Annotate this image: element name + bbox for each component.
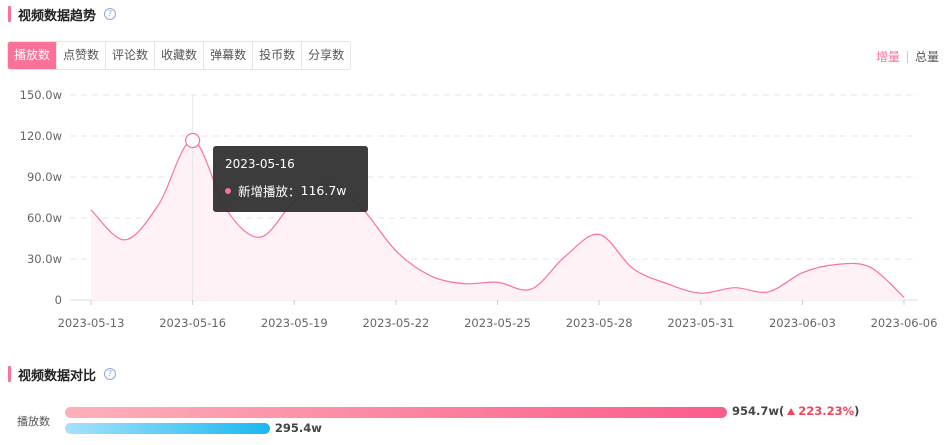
highlight-point[interactable] <box>185 132 201 149</box>
x-tick-label: 2023-05-19 <box>261 316 328 330</box>
x-tick-label: 2023-06-03 <box>769 316 836 330</box>
metric-tabs: 播放数 点赞数 评论数 收藏数 弹幕数 投币数 分享数 <box>7 41 352 70</box>
compare-bar-baseline <box>65 423 270 434</box>
compare-bar-current <box>65 407 727 418</box>
x-tick-label: 2023-05-13 <box>58 316 125 330</box>
compare-value-current: 954.7w( 223.23% ) <box>732 404 859 418</box>
y-tick-label: 60.0w <box>27 211 62 225</box>
x-tick-label: 2023-06-06 <box>871 316 938 330</box>
up-arrow-icon <box>787 407 796 415</box>
tab-6[interactable]: 分享数 <box>302 42 350 69</box>
tab-1[interactable]: 点赞数 <box>57 42 107 69</box>
close-paren: ) <box>854 404 860 418</box>
y-tick-label: 150.0w <box>20 88 62 102</box>
toggle-divider <box>906 50 908 63</box>
current-value-text: 954.7w( <box>732 404 785 418</box>
question-circle-icon[interactable]: ? <box>104 8 117 20</box>
title-accent-bar <box>8 6 11 22</box>
tab-2[interactable]: 评论数 <box>106 42 156 69</box>
y-tick-label: 120.0w <box>20 129 62 143</box>
tab-4[interactable]: 弹幕数 <box>204 42 254 69</box>
x-tick-label: 2023-05-25 <box>464 316 531 330</box>
tooltip-series-dot <box>225 187 231 194</box>
x-tick-label: 2023-05-16 <box>159 316 226 330</box>
y-tick-label: 90.0w <box>27 170 62 184</box>
x-tick-label: 2023-05-22 <box>362 316 429 330</box>
change-percent: 223.23% <box>798 404 855 418</box>
x-tick-label: 2023-05-28 <box>566 316 633 330</box>
tooltip-value: 116.7w <box>300 183 347 198</box>
tooltip-row: 新增播放： 116.7w <box>225 181 356 200</box>
tooltip-date: 2023-05-16 <box>225 157 295 171</box>
chart-tooltip: 2023-05-16 新增播放： 116.7w <box>213 146 368 212</box>
trend-section-title: 视频数据趋势 ? <box>8 5 117 24</box>
tab-3[interactable]: 收藏数 <box>155 42 205 69</box>
y-tick-label: 0 <box>55 293 62 307</box>
trend-chart: 0 30.0w 60.0w 90.0w 120.0w 150.0w 2023-05-13 20… <box>20 88 938 330</box>
tab-0[interactable]: 播放数 <box>8 42 58 69</box>
compare-title: 视频数据对比 <box>18 368 97 384</box>
toggle-total[interactable]: 总量 <box>915 48 939 65</box>
compare-value-baseline: 295.4w <box>275 421 322 435</box>
tooltip-label: 新增播放： <box>238 184 301 199</box>
mode-toggle: 增量 总量 <box>876 48 939 65</box>
y-tick-label: 30.0w <box>27 252 62 266</box>
title-accent-bar <box>8 366 11 382</box>
tab-5[interactable]: 投币数 <box>253 42 303 69</box>
trend-title: 视频数据趋势 <box>18 8 97 24</box>
compare-section-title: 视频数据对比 ? <box>8 365 117 384</box>
x-tick-label: 2023-05-31 <box>667 316 734 330</box>
baseline-value-text: 295.4w <box>274 421 322 435</box>
compare-metric-label: 播放数 <box>17 415 50 428</box>
toggle-increment[interactable]: 增量 <box>876 48 900 65</box>
question-circle-icon[interactable]: ? <box>104 368 117 380</box>
